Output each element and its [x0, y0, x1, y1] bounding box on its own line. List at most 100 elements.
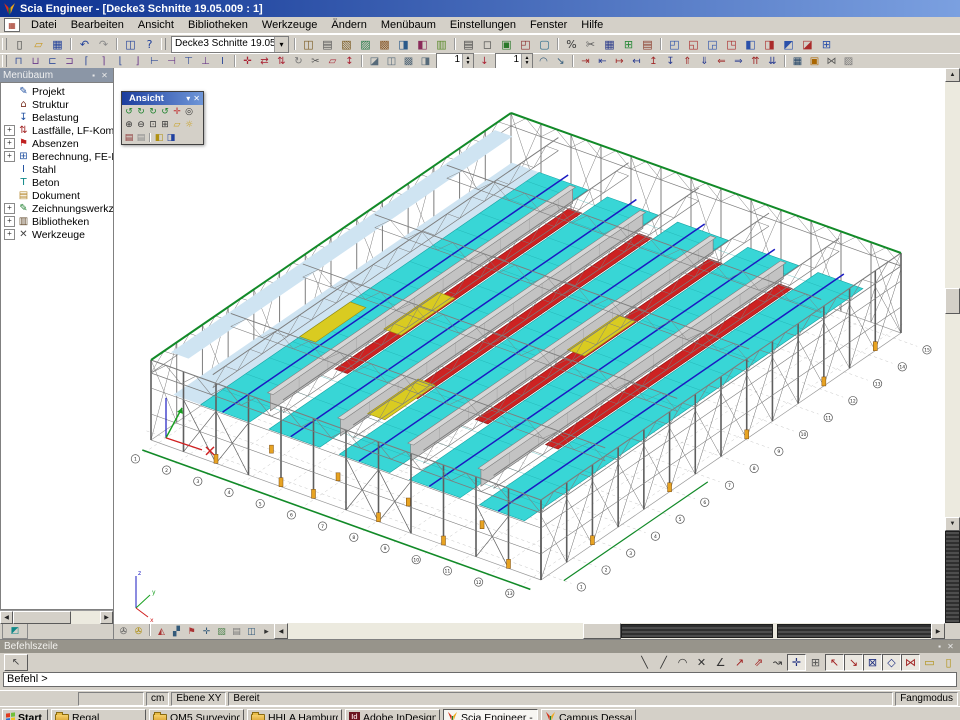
- level-spinner[interactable]: 1: [495, 53, 533, 69]
- profile-right-icon[interactable]: ⊐: [61, 54, 78, 68]
- model-3d-view[interactable]: 12345678910111213123456789101112131415zy…: [114, 68, 946, 623]
- view-mode-9-icon[interactable]: ⊞: [817, 36, 836, 53]
- tree-expander-icon[interactable]: +: [4, 203, 15, 214]
- project-icon[interactable]: ◫: [299, 36, 318, 53]
- profile-t-up-icon[interactable]: ⊥: [197, 54, 214, 68]
- print-preview-icon[interactable]: ◻: [478, 36, 497, 53]
- pin-icon[interactable]: [88, 70, 99, 81]
- profile-rc-icon[interactable]: ⌉: [95, 54, 112, 68]
- scrollbar-thumb[interactable]: [945, 288, 960, 314]
- tree-expander-icon[interactable]: [4, 177, 15, 188]
- snap-line-icon[interactable]: ╲: [635, 654, 654, 671]
- print-icon[interactable]: ▤: [459, 36, 478, 53]
- tree-expander-icon[interactable]: +: [4, 151, 15, 162]
- scroll-down-icon[interactable]: [945, 517, 960, 531]
- tree-item-belastung[interactable]: ↧ Belastung: [1, 111, 113, 124]
- copy-h-icon[interactable]: ⇄: [256, 54, 273, 68]
- befehlszeile-header[interactable]: Befehlszeile: [0, 640, 960, 653]
- catalog-icon[interactable]: ▩: [375, 36, 394, 53]
- cut-icon[interactable]: ✂: [307, 54, 324, 68]
- node-left-icon[interactable]: ⇐: [713, 54, 730, 68]
- paste-1-icon[interactable]: ◪: [366, 54, 383, 68]
- magnifier-icon[interactable]: ◎: [183, 106, 195, 118]
- command-input[interactable]: [3, 672, 957, 687]
- toolbar-grip[interactable]: [2, 38, 7, 50]
- tree-item-absenzen[interactable]: + ⚑ Absenzen: [1, 137, 113, 150]
- menu-item[interactable]: Werkzeuge: [255, 18, 324, 32]
- zoom-window-icon[interactable]: ⊡: [147, 119, 159, 131]
- move-icon[interactable]: ✛: [239, 54, 256, 68]
- profile-t-icon[interactable]: ⊤: [180, 54, 197, 68]
- tree-expander-icon[interactable]: [4, 86, 15, 97]
- node-down-icon[interactable]: ⇓: [696, 54, 713, 68]
- snap-box-icon[interactable]: ▭: [920, 654, 939, 671]
- paste-2-icon[interactable]: ◫: [383, 54, 400, 68]
- taskbar-item-indesign[interactable]: Id Adobe InDesign C...: [345, 709, 440, 720]
- chart-tool-icon[interactable]: ▞: [169, 624, 184, 639]
- rotate-icon[interactable]: ↻: [290, 54, 307, 68]
- view-mode-1-icon[interactable]: ◰: [665, 36, 684, 53]
- rotate-up-icon[interactable]: ↻: [147, 106, 159, 118]
- taskbar-item-hhla[interactable]: HHLA Hamburg 20...: [247, 709, 342, 720]
- close-icon[interactable]: [99, 70, 110, 81]
- label-tool-icon[interactable]: ▤: [229, 624, 244, 639]
- section-icon[interactable]: ◠: [535, 54, 552, 68]
- zoom-out-icon[interactable]: ⊖: [135, 119, 147, 131]
- paste-3-icon[interactable]: ▩: [400, 54, 417, 68]
- align-down-icon[interactable]: ⇊: [764, 54, 781, 68]
- beam-up-icon[interactable]: ↥: [645, 54, 662, 68]
- taskbar-item-om5[interactable]: OM5 Surveying: [149, 709, 244, 720]
- undo-icon[interactable]: ↶: [75, 36, 94, 53]
- snap-angle-icon[interactable]: ∠: [711, 654, 730, 671]
- snap-section-icon[interactable]: ▯: [939, 654, 958, 671]
- beam-right-icon[interactable]: ↦: [611, 54, 628, 68]
- mirror-icon[interactable]: ▱: [324, 54, 341, 68]
- axes-tool-icon[interactable]: ✛: [199, 624, 214, 639]
- picture-2-icon[interactable]: ▣: [806, 54, 823, 68]
- rotate-free-icon[interactable]: ↺: [159, 106, 171, 118]
- align-up-icon[interactable]: ⇈: [747, 54, 764, 68]
- tree-expander-icon[interactable]: [4, 112, 15, 123]
- scale-spinner[interactable]: 1: [436, 53, 474, 69]
- view-mode-5-icon[interactable]: ◧: [741, 36, 760, 53]
- picture-icon[interactable]: ▣: [497, 36, 516, 53]
- beam-left-icon[interactable]: ↤: [628, 54, 645, 68]
- beam-end-icon[interactable]: ⇤: [594, 54, 611, 68]
- layout-icon[interactable]: ◧: [413, 36, 432, 53]
- scroll-right-icon[interactable]: [931, 623, 945, 639]
- view-folder-icon[interactable]: ▱: [171, 119, 183, 131]
- sidebar-horizontal-scrollbar[interactable]: [0, 610, 113, 624]
- taskbar-item-scia-active[interactable]: Scia Engineer - [...: [443, 709, 538, 720]
- save-icon[interactable]: ▦: [48, 36, 67, 53]
- tree-item-werkzeuge[interactable]: + ✕ Werkzeuge: [1, 228, 113, 241]
- stretch-icon[interactable]: ↕: [341, 54, 358, 68]
- snap-magnet-icon[interactable]: ✛: [787, 654, 806, 671]
- tree-expander-icon[interactable]: +: [4, 229, 15, 240]
- profile-t-right-icon[interactable]: ⊣: [163, 54, 180, 68]
- status-plane[interactable]: Ebene XY: [171, 692, 226, 706]
- view-mode-3-icon[interactable]: ◲: [703, 36, 722, 53]
- print-view-icon[interactable]: ▤: [123, 132, 135, 144]
- tree-item-zeichnungswerkzeuge[interactable]: + ✎ Zeichnungswerkzeuge: [1, 202, 113, 215]
- tree-expander-icon[interactable]: [4, 190, 15, 201]
- tree-item-dokument[interactable]: ▤ Dokument: [1, 189, 113, 202]
- view-mode-4-icon[interactable]: ◳: [722, 36, 741, 53]
- snap-grid-icon[interactable]: ⊞: [806, 654, 825, 671]
- tree-expander-icon[interactable]: +: [4, 138, 15, 149]
- snap-off-icon[interactable]: ✕: [692, 654, 711, 671]
- close-icon[interactable]: [193, 93, 200, 104]
- menu-item[interactable]: Datei: [24, 18, 64, 32]
- chevron-down-icon[interactable]: [186, 93, 190, 104]
- mdi-child-icon[interactable]: [4, 18, 20, 32]
- render-tool-icon[interactable]: ▧: [214, 624, 229, 639]
- view-mode-6-icon[interactable]: ◨: [760, 36, 779, 53]
- spinner-buttons[interactable]: [462, 54, 473, 68]
- snap-parallel-icon[interactable]: ╱: [654, 654, 673, 671]
- title-bar[interactable]: Scia Engineer - [Decke3 Schnitte 19.05.0…: [0, 0, 960, 17]
- attachment-active-icon[interactable]: ✇: [131, 624, 146, 639]
- window-icon[interactable]: ◫: [121, 36, 140, 53]
- zoom-all-icon[interactable]: ⊞: [159, 119, 171, 131]
- zoom-percent-icon[interactable]: %: [562, 36, 581, 53]
- menu-item[interactable]: Bearbeiten: [64, 18, 131, 32]
- snap-surface-icon[interactable]: ⋈: [901, 654, 920, 671]
